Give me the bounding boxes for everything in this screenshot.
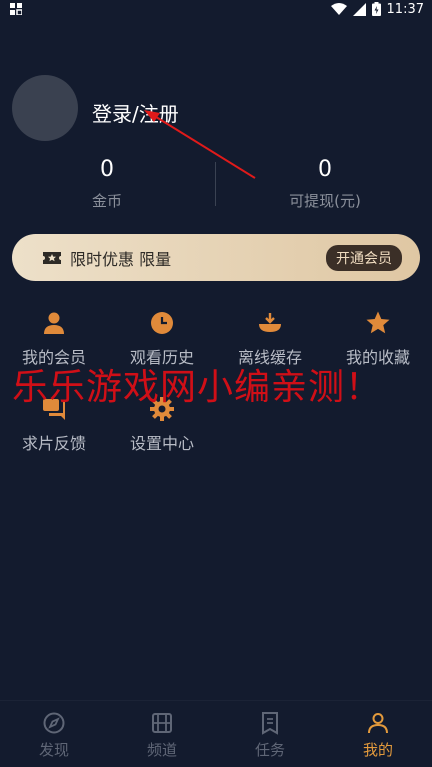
tab-label: 频道 [146, 741, 177, 759]
withdrawable-label: 可提现(元) [289, 192, 361, 210]
download-icon [259, 313, 281, 332]
compass-icon [43, 712, 65, 734]
menu-label: 设置中心 [129, 434, 194, 453]
film-icon [152, 713, 172, 733]
vip-promo-banner[interactable]: 限时优惠 限量 开通会员 [12, 234, 420, 281]
wifi-icon [330, 3, 347, 15]
tab-channels[interactable]: 频道 [108, 701, 216, 767]
coins-stat[interactable]: 0 金币 [17, 157, 197, 211]
clock-icon [151, 312, 173, 334]
status-bar: 11:37 [0, 0, 432, 18]
stats-divider [215, 162, 216, 206]
open-vip-button[interactable]: 开通会员 [326, 244, 402, 271]
coins-label: 金币 [91, 192, 122, 210]
menu-label: 求片反馈 [21, 434, 86, 453]
star-icon [366, 311, 390, 334]
tab-label: 任务 [254, 741, 285, 759]
coins-value: 0 [100, 157, 114, 182]
signal-icon [352, 2, 366, 16]
tab-label: 发现 [38, 741, 69, 759]
bottom-tab-bar: 发现 频道 任务 我的 [0, 700, 432, 767]
user-icon [44, 312, 64, 334]
tab-tasks[interactable]: 任务 [216, 701, 324, 767]
withdrawable-value: 0 [318, 157, 332, 182]
vip-promo-text: 限时优惠 限量 [70, 249, 172, 269]
task-list-icon [262, 712, 278, 735]
withdrawable-stat[interactable]: 0 可提现(元) [235, 157, 415, 211]
battery-icon [371, 2, 381, 16]
clock-time: 11:37 [386, 1, 424, 17]
avatar[interactable] [12, 75, 78, 141]
ticket-icon [43, 251, 61, 264]
person-icon [368, 713, 388, 734]
watermark-text: 乐乐游戏网小编亲测！ [12, 367, 383, 408]
tab-label: 我的 [362, 741, 393, 759]
app-grid-icon [10, 3, 22, 15]
tab-discover[interactable]: 发现 [0, 701, 108, 767]
tab-mine[interactable]: 我的 [324, 701, 432, 767]
